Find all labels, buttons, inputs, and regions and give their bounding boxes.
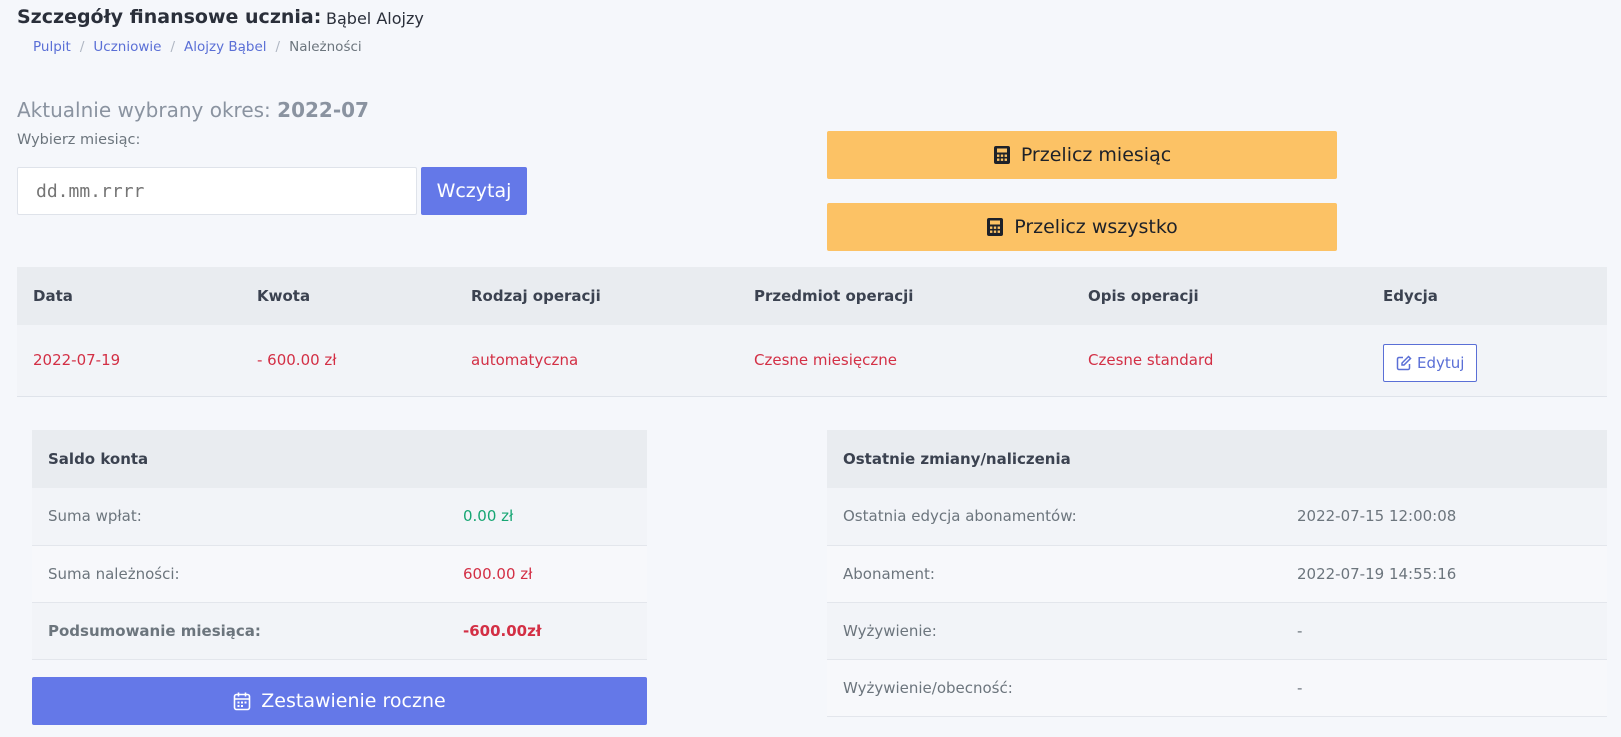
balance-value: -600.00zł [447,602,647,660]
balance-label: Podsumowanie miesiąca: [32,602,447,660]
balance-value: 0.00 zł [447,488,647,546]
changes-label: Wyżywienie/obecność: [827,659,1281,717]
period-label: Aktualnie wybrany okres: [17,98,271,122]
cell-amount: - 600.00 zł [241,325,455,397]
changes-row: Ostatnia edycja abonamentów: 2022-07-15 … [827,488,1607,546]
table-header-row: Data Kwota Rodzaj operacji Przedmiot ope… [17,267,1607,325]
balance-label: Suma należności: [32,545,447,603]
cell-date: 2022-07-19 [17,325,241,397]
period-value: 2022-07 [277,98,369,122]
col-header-amount: Kwota [241,267,455,325]
cell-subject: Czesne miesięczne [738,325,1072,397]
table-row: 2022-07-19 - 600.00 zł automatyczna Czes… [17,325,1607,397]
recent-changes-card: Ostatnie zmiany/naliczenia Ostatnia edyc… [827,430,1607,717]
changes-value: - [1281,659,1607,717]
cell-type: automatyczna [455,325,738,397]
operations-table: Data Kwota Rodzaj operacji Przedmiot ope… [17,267,1607,397]
changes-label: Wyżywienie: [827,602,1281,660]
cell-edit: Edytuj [1367,325,1607,397]
breadcrumb-uczniowie[interactable]: Uczniowie [93,39,161,55]
cell-description: Czesne standard [1072,325,1367,397]
col-header-description: Opis operacji [1072,267,1367,325]
recalc-month-label: Przelicz miesiąc [1020,144,1172,166]
selected-period: Aktualnie wybrany okres: 2022-07 [17,98,369,122]
breadcrumb-separator: / [170,39,176,55]
changes-label: Abonament: [827,545,1281,603]
balance-title: Saldo konta [32,430,647,488]
balance-row: Suma należności: 600.00 zł [32,545,647,603]
calculator-icon [993,145,1011,165]
breadcrumb: Pulpit / Uczniowie / Alojzy Bąbel / Nale… [33,39,362,55]
load-button[interactable]: Wczytaj [421,167,527,215]
changes-value: 2022-07-15 12:00:08 [1281,488,1607,546]
yearly-summary-button[interactable]: Zestawienie roczne [32,677,647,725]
balance-row: Podsumowanie miesiąca: -600.00zł [32,602,647,660]
col-header-type: Rodzaj operacji [455,267,738,325]
breadcrumb-separator: / [275,39,281,55]
changes-value: 2022-07-19 14:55:16 [1281,545,1607,603]
recalc-all-label: Przelicz wszystko [1014,216,1178,238]
changes-value: - [1281,602,1607,660]
yearly-summary-label: Zestawienie roczne [261,690,446,712]
balance-card: Saldo konta Suma wpłat: 0.00 zł Suma nal… [32,430,647,660]
page-title: Szczegóły finansowe ucznia: [17,6,322,28]
balance-label: Suma wpłat: [32,488,447,546]
calendar-icon [233,691,251,711]
month-picker-label: Wybierz miesiąc: [17,132,141,148]
student-name: Bąbel Alojzy [326,9,424,28]
calculator-icon [986,217,1004,237]
breadcrumb-current: Należności [289,39,362,55]
edit-button[interactable]: Edytuj [1383,344,1478,383]
col-header-edit: Edycja [1367,267,1607,325]
col-header-date: Data [17,267,241,325]
balance-value: 600.00 zł [447,545,647,603]
changes-title: Ostatnie zmiany/naliczenia [827,430,1607,488]
changes-row: Wyżywienie/obecność: - [827,659,1607,717]
recalc-all-button[interactable]: Przelicz wszystko [827,203,1337,251]
balance-row: Suma wpłat: 0.00 zł [32,488,647,546]
breadcrumb-student[interactable]: Alojzy Bąbel [184,39,267,55]
edit-label: Edytuj [1417,354,1465,373]
breadcrumb-separator: / [79,39,85,55]
edit-icon [1396,355,1412,371]
changes-row: Wyżywienie: - [827,602,1607,660]
breadcrumb-pulpit[interactable]: Pulpit [33,39,71,55]
month-date-input[interactable] [17,167,417,215]
col-header-subject: Przedmiot operacji [738,267,1072,325]
recalc-month-button[interactable]: Przelicz miesiąc [827,131,1337,179]
changes-row: Abonament: 2022-07-19 14:55:16 [827,545,1607,603]
changes-label: Ostatnia edycja abonamentów: [827,488,1281,546]
